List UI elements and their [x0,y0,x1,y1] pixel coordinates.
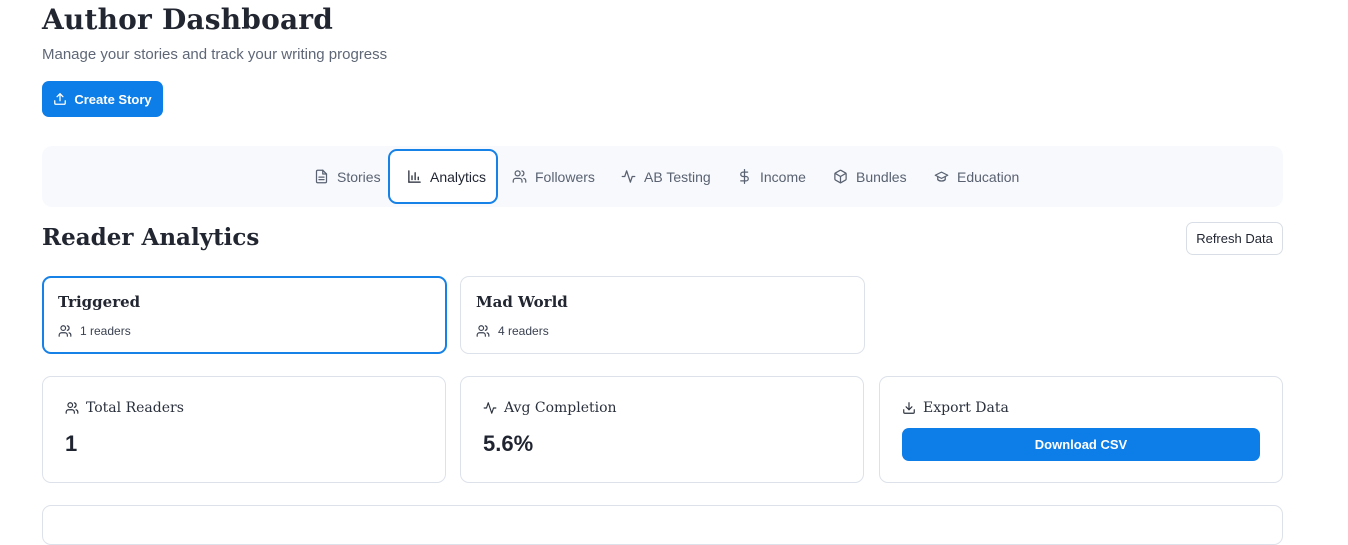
section-title: Reader Analytics [42,224,260,251]
stat-label: Total Readers [65,400,184,416]
story-name: Mad World [476,293,568,311]
story-card-triggered[interactable]: Triggered 1 readers [42,276,447,354]
tab-education[interactable]: Education [932,149,1021,204]
stat-value: 5.6% [483,431,534,456]
story-readers-count: 1 readers [80,324,131,338]
tab-label: Education [957,168,1020,185]
stat-label-text: Total Readers [86,400,184,416]
story-readers-count: 4 readers [498,324,549,338]
stat-label: Export Data [902,400,1009,416]
create-story-button[interactable]: Create Story [42,81,163,117]
users-icon [65,402,79,414]
tab-label: Analytics [430,168,487,185]
tab-bundles[interactable]: Bundles [831,149,909,204]
activity-icon [621,170,636,183]
story-readers: 4 readers [476,324,549,338]
users-icon [476,325,490,337]
bar-chart-icon [408,170,421,183]
tab-stories[interactable]: Stories [312,149,383,204]
tab-followers[interactable]: Followers [510,149,597,204]
download-icon [903,402,915,414]
refresh-data-button[interactable]: Refresh Data [1186,222,1283,255]
package-icon [834,169,847,184]
download-csv-button[interactable]: Download CSV [902,428,1260,461]
story-name: Triggered [58,293,141,311]
tab-label: Followers [535,168,595,185]
total-readers-card: Total Readers 1 [42,376,446,483]
activity-icon [483,402,497,414]
tab-label: AB Testing [644,168,711,185]
upload-icon [54,93,67,105]
story-readers: 1 readers [58,324,131,338]
story-card-mad-world[interactable]: Mad World 4 readers [460,276,865,354]
users-icon [58,325,72,337]
stat-value: 1 [65,431,78,456]
tab-income[interactable]: Income [735,149,808,204]
tab-label: Stories [337,168,381,185]
document-icon [315,169,328,184]
create-story-label: Create Story [74,91,152,107]
dollar-icon [740,169,749,184]
stat-label: Avg Completion [483,400,617,416]
stat-label-text: Avg Completion [504,400,617,416]
export-data-card: Export Data Download CSV [879,376,1283,483]
avg-completion-card: Avg Completion 5.6% [460,376,864,483]
page-title: Author Dashboard [42,3,334,36]
tab-label: Income [760,168,806,185]
dashboard-tabs: Stories Analytics Followers AB Testing I… [42,146,1283,207]
analytics-detail-card [42,505,1283,545]
page-subtitle: Manage your stories and track your writi… [42,46,388,63]
stat-label-text: Export Data [923,400,1009,416]
users-icon [512,170,527,183]
tab-ab-testing[interactable]: AB Testing [619,149,713,204]
graduation-cap-icon [934,171,949,182]
tab-label: Bundles [856,168,907,185]
tab-analytics[interactable]: Analytics [388,149,498,204]
